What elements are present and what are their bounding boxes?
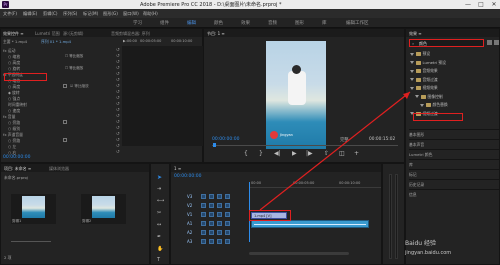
footer-brand: Baidu 经验: [405, 240, 436, 247]
annotation-arrow-overlay: [259, 91, 411, 211]
annotation-arrowhead: [403, 92, 410, 99]
annotation-arrow: [259, 91, 411, 211]
footer-url: jingyan.baidu.com: [405, 250, 452, 256]
